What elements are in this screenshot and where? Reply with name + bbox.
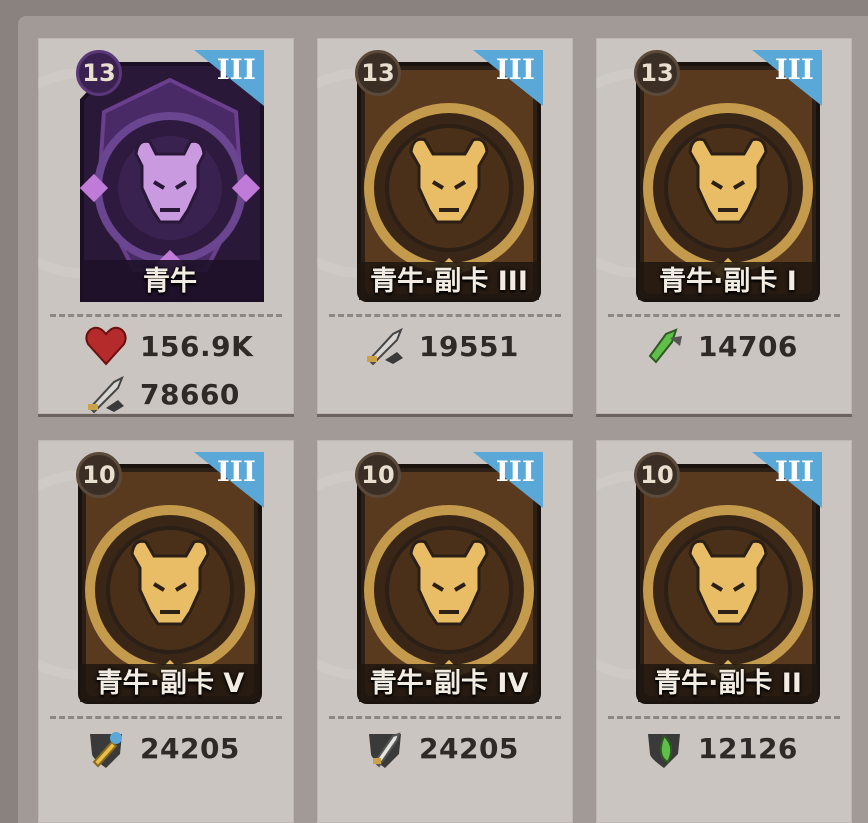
unit-card[interactable]: 13 III 青牛·副卡 I 14706 bbox=[596, 38, 852, 414]
stat-value: 78660 bbox=[140, 377, 240, 411]
card-portrait: 13 III 青牛·副卡 I bbox=[634, 50, 822, 302]
level-badge: 13 bbox=[634, 50, 680, 96]
card-name: 青牛·副卡 III bbox=[370, 266, 528, 297]
stat-armor: 24205 bbox=[361, 726, 519, 770]
level-badge: 10 bbox=[355, 452, 401, 498]
card-name: 青牛·副卡 IV bbox=[369, 668, 529, 699]
tier-badge: III bbox=[495, 53, 535, 86]
card-portrait: 10 III 青牛·副卡 V bbox=[76, 452, 264, 704]
unit-card[interactable]: 10 III 青牛·副卡 II 12126 bbox=[596, 440, 852, 823]
stat-hp: 156.9K bbox=[82, 324, 253, 368]
stat-divider bbox=[329, 716, 561, 719]
stat-value: 24205 bbox=[140, 731, 240, 765]
stat-divider bbox=[50, 716, 282, 719]
unit-card[interactable]: 13 III 青牛 156.9K 78660 bbox=[38, 38, 294, 414]
stat-crit: 14706 bbox=[640, 324, 798, 368]
green-blade-icon bbox=[640, 324, 688, 368]
crossed-swords-icon bbox=[361, 324, 409, 368]
card-name: 青牛·副卡 V bbox=[95, 668, 245, 699]
card-portrait: 13 III 青牛·副卡 III bbox=[355, 50, 543, 302]
stat-divider bbox=[608, 314, 840, 317]
tier-badge: III bbox=[216, 455, 256, 488]
card-name: 青牛·副卡 I bbox=[659, 266, 797, 297]
card-portrait: 13 III 青牛 bbox=[76, 50, 264, 302]
stat-divider bbox=[608, 716, 840, 719]
card-portrait: 10 III 青牛·副卡 II bbox=[634, 452, 822, 704]
card-portrait: 10 III 青牛·副卡 IV bbox=[355, 452, 543, 704]
hammer-shield-icon bbox=[82, 726, 130, 770]
stat-value: 14706 bbox=[698, 329, 798, 363]
crossed-swords-icon bbox=[82, 372, 130, 414]
stat-defense: 24205 bbox=[82, 726, 240, 770]
tier-badge: III bbox=[774, 53, 814, 86]
stat-value: 19551 bbox=[419, 329, 519, 363]
stat-divider bbox=[329, 314, 561, 317]
stat-attack: 78660 bbox=[82, 372, 240, 414]
level-badge: 10 bbox=[634, 452, 680, 498]
card-name: 青牛·副卡 II bbox=[654, 668, 802, 699]
unit-card[interactable]: 10 III 青牛·副卡 IV 24205 bbox=[317, 440, 573, 823]
unit-card[interactable]: 10 III 青牛·副卡 V 24205 bbox=[38, 440, 294, 823]
stat-attack: 19551 bbox=[361, 324, 519, 368]
stat-value: 24205 bbox=[419, 731, 519, 765]
stat-divider bbox=[50, 314, 282, 317]
heart-icon bbox=[82, 324, 130, 368]
stat-value: 12126 bbox=[698, 731, 798, 765]
sword-shield-icon bbox=[361, 726, 409, 770]
card-name: 青牛 bbox=[143, 266, 197, 297]
level-badge: 10 bbox=[76, 452, 122, 498]
stat-resist: 12126 bbox=[640, 726, 798, 770]
level-badge: 13 bbox=[355, 50, 401, 96]
level-badge: 13 bbox=[76, 50, 122, 96]
unit-card[interactable]: 13 III 青牛·副卡 III 19551 bbox=[317, 38, 573, 414]
tier-badge: III bbox=[495, 455, 535, 488]
stat-value: 156.9K bbox=[140, 329, 254, 363]
tier-badge: III bbox=[216, 53, 256, 86]
tier-badge: III bbox=[774, 455, 814, 488]
green-leaf-shield-icon bbox=[640, 726, 688, 770]
